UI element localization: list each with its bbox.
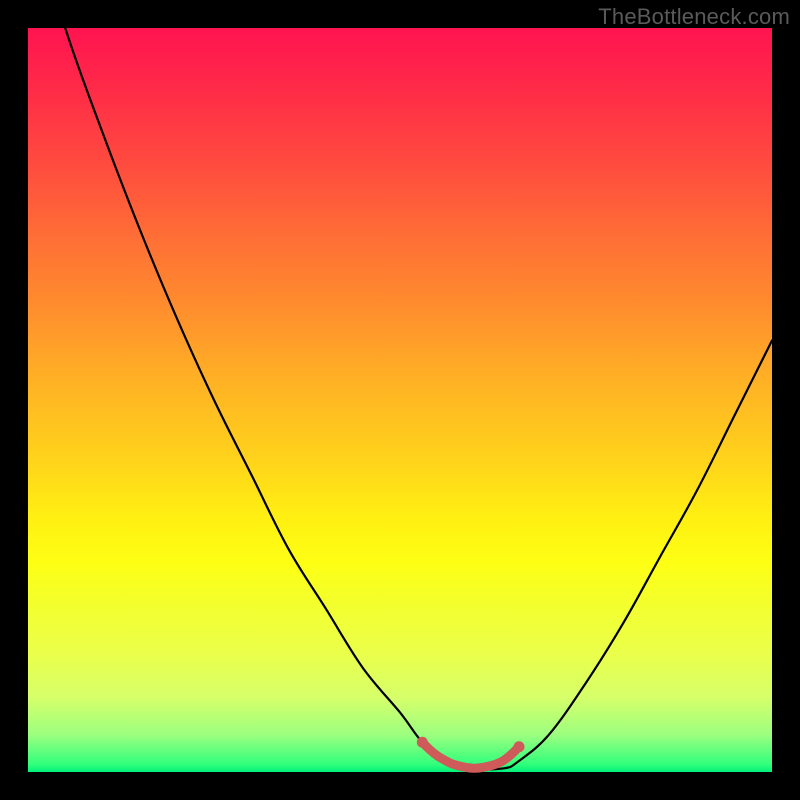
- curve-layer: [28, 28, 772, 772]
- bottleneck-curve: [28, 0, 772, 769]
- chart-container: TheBottleneck.com: [0, 0, 800, 800]
- watermark-text: TheBottleneck.com: [598, 4, 790, 30]
- marker-end-dot: [417, 737, 428, 748]
- marker-end-dot: [514, 741, 525, 752]
- plot-area: [28, 28, 772, 772]
- optimal-range-marker: [422, 742, 519, 768]
